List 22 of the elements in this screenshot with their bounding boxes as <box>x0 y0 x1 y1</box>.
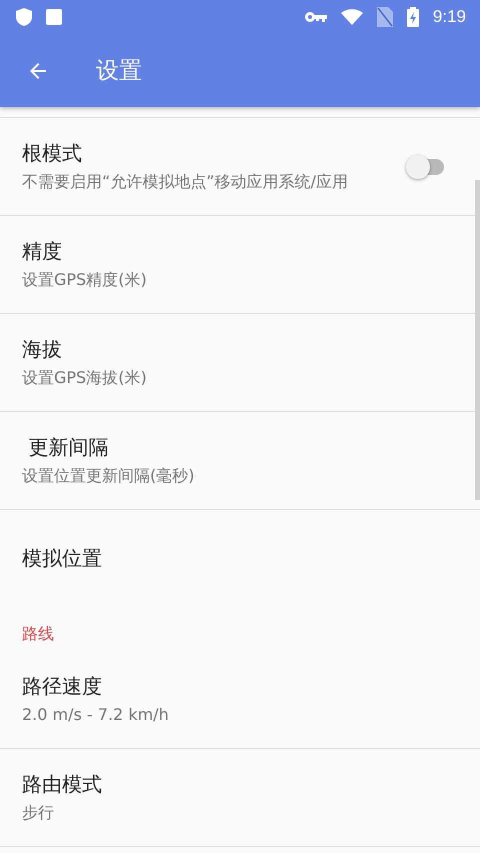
no-sim-icon <box>376 7 393 27</box>
setting-title: 路径速度 <box>22 673 103 700</box>
toolbar-title: 设置 <box>96 57 142 86</box>
setting-summary: 设置GPS海拔(米) <box>22 367 148 389</box>
setting-title: 根模式 <box>22 140 83 167</box>
shield-icon <box>16 8 32 26</box>
wifi-icon <box>340 9 363 25</box>
square-icon <box>46 9 62 25</box>
setting-title: 模拟位置 <box>22 544 103 572</box>
setting-summary: 不需要启用“允许模拟地点”移动应用系统/应用 <box>22 171 349 193</box>
clock-time: 9:19 <box>432 7 466 27</box>
setting-title: 精度 <box>22 238 63 265</box>
setting-title: 更新间隔 <box>27 434 110 461</box>
setting-title: 路由模式 <box>22 771 103 798</box>
setting-title: 海拔 <box>22 336 63 363</box>
battery-charging-icon <box>406 7 419 27</box>
setting-summary: 设置位置更新间隔(毫秒) <box>22 465 196 487</box>
setting-summary: 设置GPS精度(米) <box>22 269 148 291</box>
setting-summary: 2.0 m/s - 7.2 km/h <box>22 704 170 726</box>
category-header: 路线 <box>22 624 54 645</box>
setting-summary: 步行 <box>22 802 55 824</box>
key-icon <box>304 11 327 23</box>
